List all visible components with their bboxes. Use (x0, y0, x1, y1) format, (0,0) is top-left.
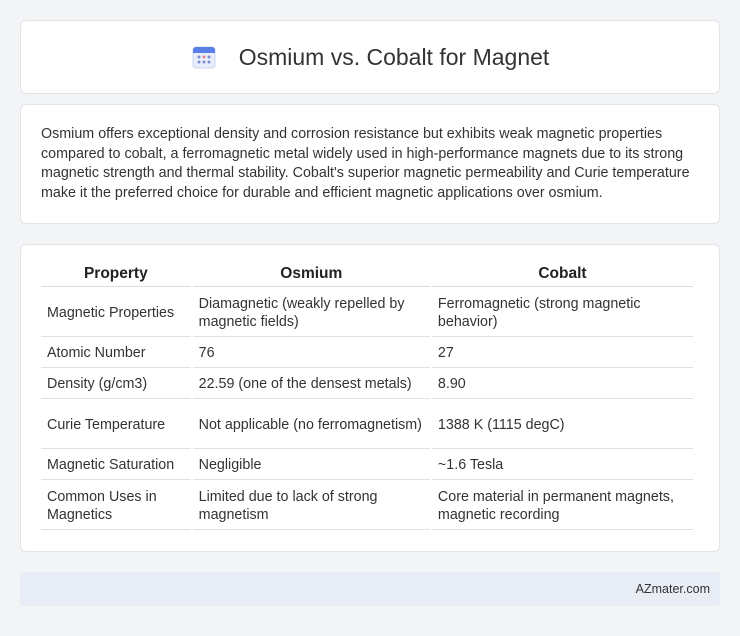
comparison-table: Property Osmium Cobalt Magnetic Properti… (39, 261, 695, 532)
table-row: Magnetic Saturation Negligible ~1.6 Tesl… (41, 451, 693, 480)
table-cell: Not applicable (no ferromagnetism) (192, 401, 430, 449)
table-cell: 27 (431, 339, 693, 368)
table-cell: 8.90 (431, 370, 693, 399)
footer-brand: AZmater.com (635, 582, 710, 596)
table-cell: Magnetic Saturation (41, 451, 191, 480)
summary-card: Osmium offers exceptional density and co… (20, 104, 720, 224)
column-header-cobalt: Cobalt (431, 263, 693, 287)
column-header-property: Property (41, 263, 191, 287)
table-cell: Limited due to lack of strong magnetism (192, 482, 430, 530)
table-cell: Magnetic Properties (41, 289, 191, 337)
footer: AZmater.com (20, 572, 720, 606)
table-row: Atomic Number 76 27 (41, 339, 693, 368)
table-cell: 1388 K (1115 degC) (431, 401, 693, 449)
summary-text: Osmium offers exceptional density and co… (41, 126, 690, 201)
table-cell: Curie Temperature (41, 401, 191, 449)
title-card: Osmium vs. Cobalt for Magnet (20, 20, 720, 94)
table-header-row: Property Osmium Cobalt (41, 263, 693, 287)
table-cell: Density (g/cm3) (41, 370, 191, 399)
table-cell: Ferromagnetic (strong magnetic behavior) (431, 289, 693, 337)
table-cell: 22.59 (one of the densest metals) (192, 370, 430, 399)
table-row: Curie Temperature Not applicable (no fer… (41, 401, 693, 449)
table-cell: Negligible (192, 451, 430, 480)
table-cell: Atomic Number (41, 339, 191, 368)
calendar-icon (192, 46, 216, 69)
table-cell: ~1.6 Tesla (431, 451, 693, 480)
table-card: Property Osmium Cobalt Magnetic Properti… (20, 244, 720, 552)
table-cell: Diamagnetic (weakly repelled by magnetic… (192, 289, 430, 337)
table-cell: 76 (192, 339, 430, 368)
page-title: Osmium vs. Cobalt for Magnet (238, 43, 550, 70)
title-wrap: Osmium vs. Cobalt for Magnet (191, 43, 550, 71)
column-header-osmium: Osmium (192, 263, 430, 287)
table-cell: Common Uses in Magnetics (41, 482, 191, 530)
table-cell: Core material in permanent magnets, magn… (431, 482, 693, 530)
table-row: Common Uses in Magnetics Limited due to … (41, 482, 693, 530)
table-row: Density (g/cm3) 22.59 (one of the denses… (41, 370, 693, 399)
table-row: Magnetic Properties Diamagnetic (weakly … (41, 289, 693, 337)
